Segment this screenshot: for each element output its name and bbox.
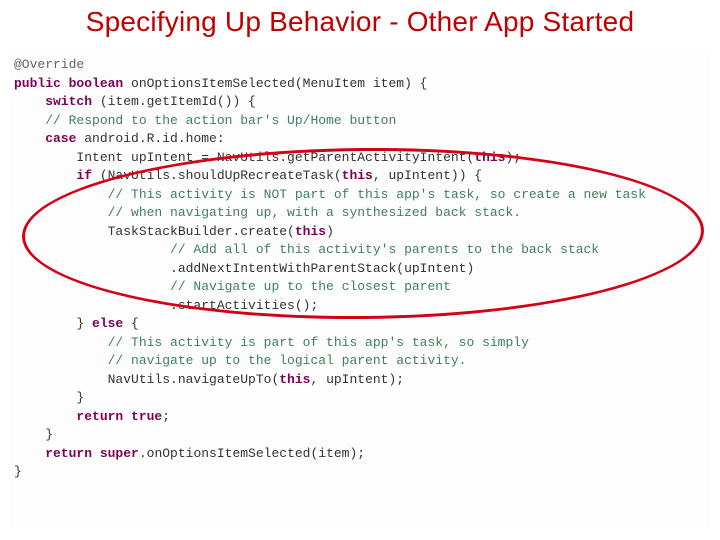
code: ; [162, 409, 170, 424]
kw: return [14, 446, 100, 461]
code: onOptionsItemSelected(MenuItem item) { [123, 76, 427, 91]
kw: this [474, 150, 505, 165]
comment: // This activity is NOT part of this app… [14, 187, 646, 202]
slide-title: Specifying Up Behavior - Other App Start… [0, 6, 720, 38]
kw: if [14, 168, 92, 183]
comment: // navigate up to the logical parent act… [14, 353, 466, 368]
code: } [14, 390, 84, 405]
code: .addNextIntentWithParentStack(upIntent) [14, 261, 474, 276]
code: ); [506, 150, 522, 165]
kw: this [279, 372, 310, 387]
code: ) [326, 224, 334, 239]
comment: // Respond to the action bar's Up/Home b… [14, 113, 396, 128]
code: TaskStackBuilder.create( [14, 224, 295, 239]
kw: true [131, 409, 162, 424]
kw: return [14, 409, 131, 424]
comment: // Navigate up to the closest parent [14, 279, 451, 294]
code: , upIntent)) { [373, 168, 482, 183]
kw: case [14, 131, 76, 146]
code: .startActivities(); [14, 298, 318, 313]
code: .onOptionsItemSelected(item); [139, 446, 365, 461]
kw: this [342, 168, 373, 183]
code: } [14, 427, 53, 442]
kw: else [92, 316, 123, 331]
code: { [123, 316, 139, 331]
code: (NavUtils.shouldUpRecreateTask( [92, 168, 342, 183]
annotation: @Override [14, 57, 84, 72]
kw: super [100, 446, 139, 461]
comment: // Add all of this activity's parents to… [14, 242, 599, 257]
kw: this [295, 224, 326, 239]
code: android.R.id.home: [76, 131, 224, 146]
code: NavUtils.navigateUpTo( [14, 372, 279, 387]
kw: switch [14, 94, 92, 109]
code: , upIntent); [310, 372, 404, 387]
kw: public boolean [14, 76, 123, 91]
code: Intent upIntent = NavUtils.getParentActi… [14, 150, 474, 165]
code: } [14, 316, 92, 331]
comment: // when navigating up, with a synthesize… [14, 205, 521, 220]
code: } [14, 464, 22, 479]
slide: Specifying Up Behavior - Other App Start… [0, 0, 720, 540]
comment: // This activity is part of this app's t… [14, 335, 529, 350]
code-block: @Override public boolean onOptionsItemSe… [10, 54, 710, 528]
code: (item.getItemId()) { [92, 94, 256, 109]
